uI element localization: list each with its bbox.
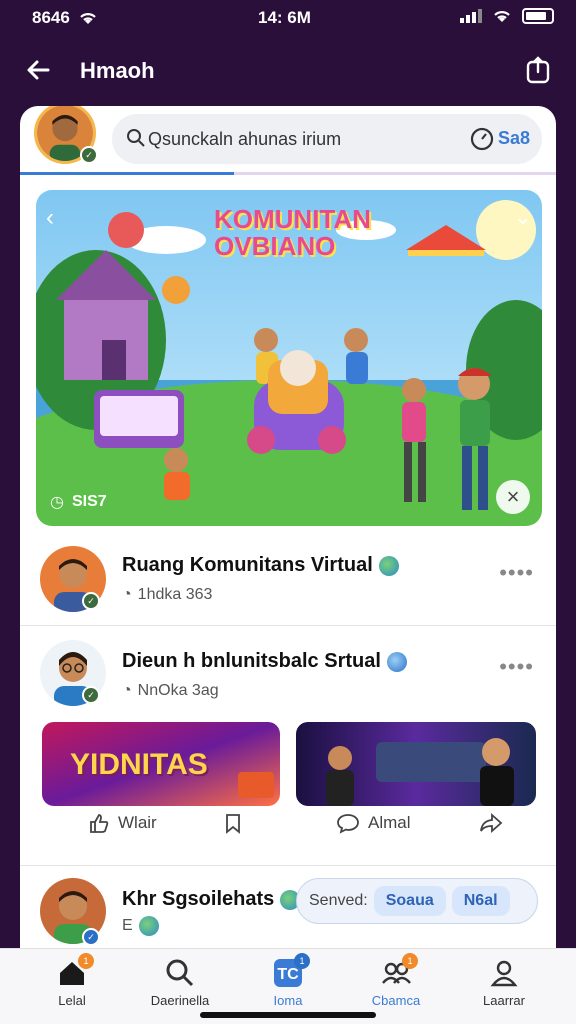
post-meta: NnOka 3ag	[137, 682, 219, 699]
filter-option-1[interactable]: Soaua	[373, 886, 446, 916]
more-options-icon[interactable]: ••••	[499, 654, 534, 680]
nav-label: Daerinella	[150, 993, 210, 1008]
nav-item-profile[interactable]: Laarrar	[456, 957, 552, 1008]
nav-badge: 1	[402, 953, 418, 969]
verified-badge-icon: ✓	[80, 146, 98, 164]
search-row: ✓ Qsunckaln ahunas irium Sa8	[20, 106, 556, 175]
clock-small-icon: ◷	[50, 494, 64, 511]
nav-label: Lelal	[58, 993, 86, 1008]
status-time-left: 8646	[32, 8, 70, 27]
post-meta: E	[122, 917, 133, 934]
comment-icon	[337, 814, 359, 834]
more-options-icon[interactable]: ••••	[499, 560, 534, 586]
search-icon	[127, 129, 145, 147]
slide-counter: ◷ SIS7	[50, 492, 107, 512]
search-icon	[166, 959, 194, 987]
share-arrow-icon	[480, 812, 503, 834]
search-button[interactable]: Sa8	[498, 128, 530, 149]
banner-title-line2: OVBIANO	[214, 231, 336, 262]
filter-toggle-label: Senved:	[309, 892, 368, 909]
back-arrow-icon[interactable]	[22, 54, 54, 86]
comment-button[interactable]: Almal	[336, 812, 411, 834]
close-icon: ×	[506, 484, 520, 509]
page-title: Hmaoh	[80, 58, 155, 83]
verified-badge-icon: ✓	[82, 928, 100, 946]
search-placeholder: Qsunckaln ahunas irium	[148, 128, 342, 149]
top-app-bar: Hmaoh	[0, 44, 576, 96]
profile-icon	[490, 960, 518, 987]
like-label: Wlair	[118, 813, 157, 832]
thumbnail-image	[296, 722, 536, 806]
featured-banner[interactable]: KOMUNITAN OVBIANO ‹ ⌄ ◷ SIS7 ×	[36, 190, 542, 526]
home-indicator	[200, 1012, 376, 1018]
signal-icon	[460, 9, 482, 23]
globe-icon	[378, 555, 399, 576]
globe-icon	[138, 916, 159, 936]
banner-title: KOMUNITAN OVBIANO	[214, 204, 371, 262]
like-icon	[90, 814, 109, 833]
post-author-name: Khr Sgsoilehats	[122, 888, 275, 910]
verified-badge-icon: ✓	[82, 592, 100, 610]
save-button[interactable]	[222, 812, 244, 834]
status-time-center: 14: 6M	[258, 8, 311, 27]
verified-badge-icon: ✓	[82, 686, 100, 704]
nav-item-search[interactable]: Daerinella	[132, 957, 228, 1008]
thumbnail-title: YIDNITAS	[70, 748, 208, 781]
close-banner-button[interactable]: ×	[496, 480, 530, 514]
loading-progress	[20, 172, 556, 175]
nav-badge: 1	[78, 953, 94, 969]
clock-small-icon: ◔	[122, 586, 132, 603]
nav-label: Ioma	[273, 993, 303, 1008]
filter-toggle: Senved: Soaua N6al	[296, 878, 538, 924]
chevron-down-icon[interactable]: ⌄	[514, 204, 532, 230]
like-button[interactable]: Wlair	[88, 812, 157, 834]
nav-item-home[interactable]: 1 Lelal	[24, 953, 120, 1008]
chevron-left-icon[interactable]: ‹	[46, 204, 54, 232]
filter-option-2[interactable]: N6al	[451, 886, 510, 916]
search-input[interactable]: Qsunckaln ahunas irium Sa8	[112, 114, 542, 164]
wifi-icon	[80, 13, 96, 24]
battery-icon	[522, 8, 554, 24]
comment-label: Almal	[368, 813, 411, 832]
nav-label: Cbamca	[371, 993, 421, 1008]
share-icon[interactable]	[522, 54, 554, 86]
bookmark-star-icon	[226, 814, 240, 834]
post-author-name: Ruang Komunitans Virtual	[122, 554, 373, 576]
nav-label: Laarrar	[483, 993, 525, 1008]
post-author-name: Dieun h bnlunitsbalc Srtual	[122, 650, 381, 672]
nav-item-community[interactable]: 1 Cbamca	[348, 953, 444, 1008]
share-post-button[interactable]	[478, 812, 504, 834]
clock-small-icon: ◔	[122, 682, 132, 699]
feed-card: ✓ Qsunckaln ahunas irium Sa8 KOMUNITAN O…	[20, 106, 556, 1024]
post-thumbnail-2[interactable]	[296, 722, 536, 806]
banner-title-line1: KOMUNITAN	[214, 204, 371, 234]
svg-text:TC: TC	[277, 966, 299, 983]
wifi-icon-right	[494, 11, 510, 22]
post-actions: Wlair Almal	[20, 812, 556, 852]
status-bar: 8646 14: 6M	[0, 0, 576, 36]
nav-item-tc[interactable]: TC 1 Ioma	[240, 953, 336, 1008]
clock-icon[interactable]	[470, 127, 494, 151]
post-meta: 1hdka 363	[137, 586, 213, 603]
globe-icon	[386, 651, 407, 672]
list-item[interactable]: ✓ Ruang Komunitans Virtual ◔ 1hdka 363 •…	[20, 540, 556, 626]
post-thumbnail-1[interactable]: YIDNITAS	[42, 722, 280, 806]
slide-counter-text: SIS7	[71, 493, 107, 510]
nav-badge: 1	[294, 953, 310, 969]
